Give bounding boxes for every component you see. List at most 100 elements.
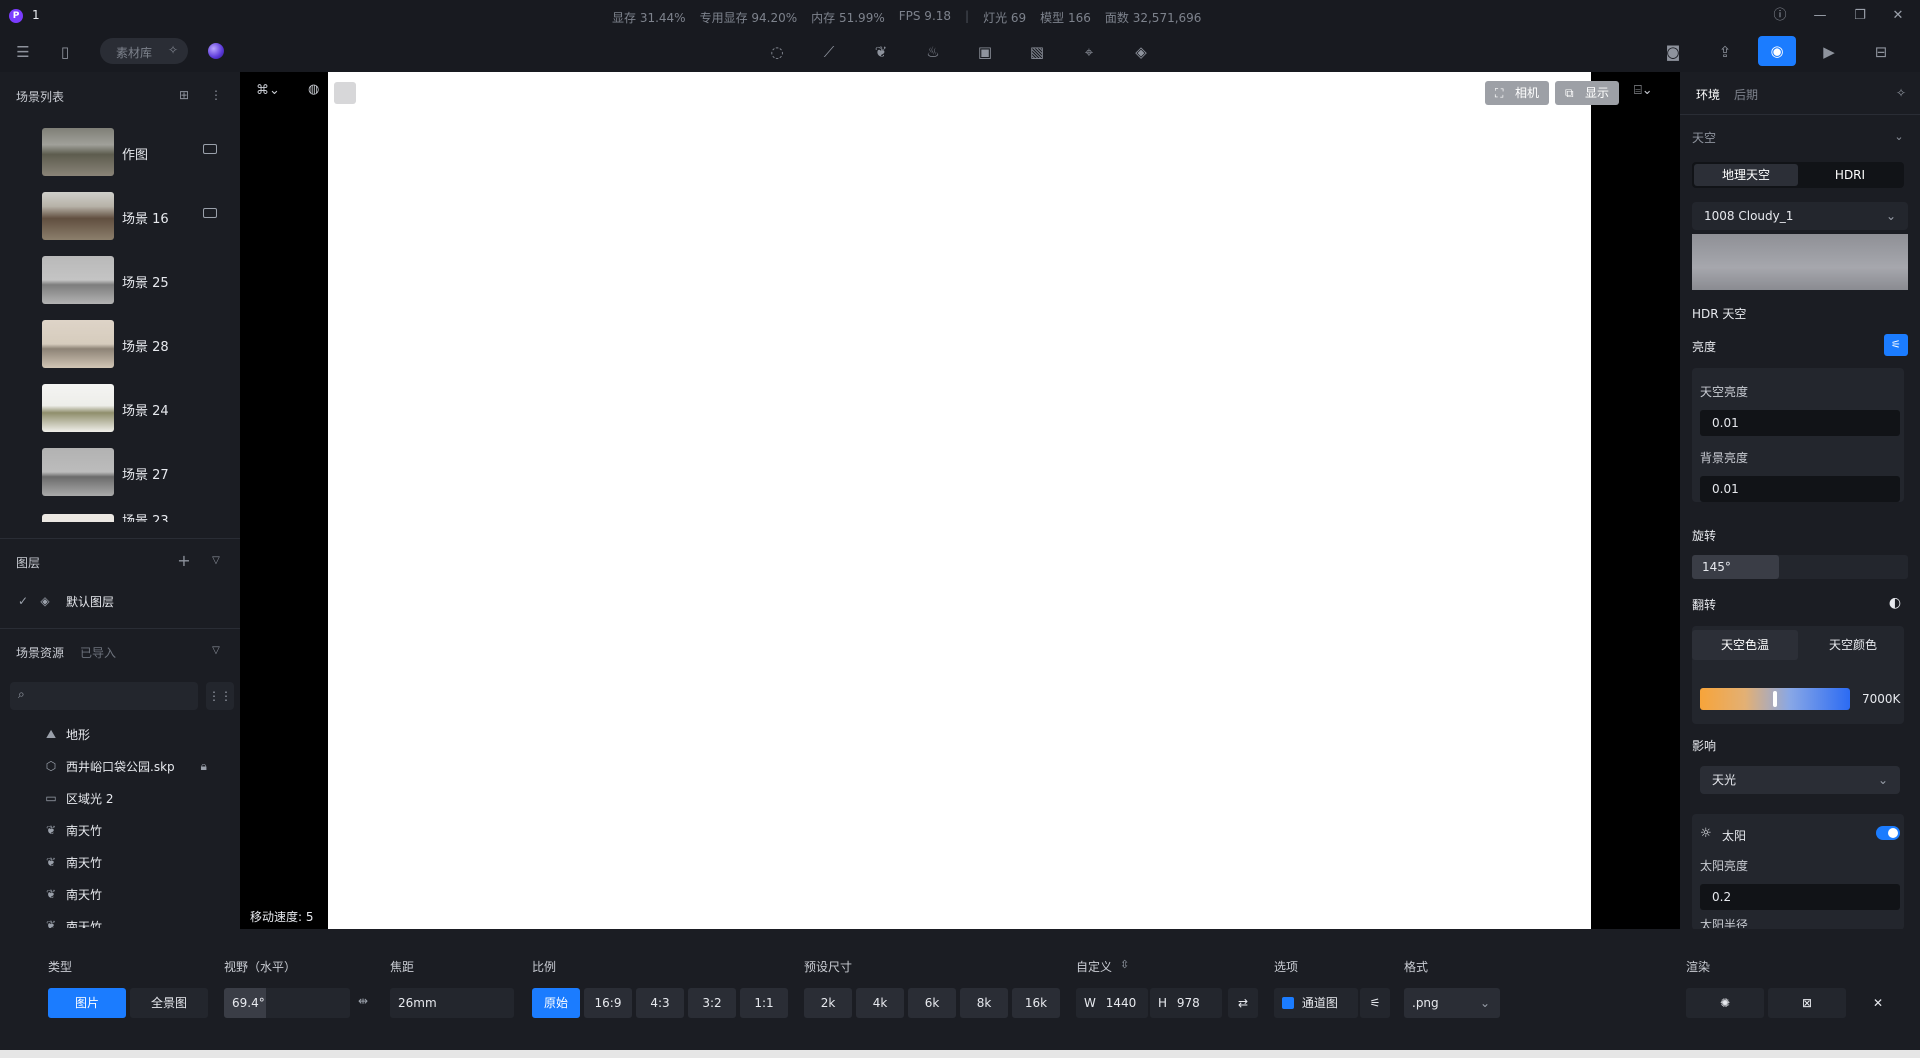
height-input[interactable]: H 978 bbox=[1150, 988, 1222, 1018]
more-icon[interactable]: ⋮ bbox=[205, 84, 227, 106]
render-settings-icon[interactable]: ✺ bbox=[1686, 988, 1764, 1018]
vr-icon[interactable]: ◙ bbox=[1662, 41, 1684, 63]
ratio-button[interactable]: 4:3 bbox=[636, 988, 684, 1018]
video-icon[interactable]: ▶ bbox=[1818, 41, 1840, 63]
scene-item[interactable]: 场景 16 bbox=[0, 192, 240, 256]
fov-input[interactable]: 69.4° bbox=[224, 988, 350, 1018]
sky-mode-toggle[interactable]: 地理天空 HDRI bbox=[1692, 162, 1904, 188]
ai-orb-icon[interactable] bbox=[208, 43, 224, 59]
influence-select[interactable]: 天光 ⌄ bbox=[1700, 766, 1900, 794]
lock-icon[interactable]: 🔒︎ bbox=[197, 759, 211, 774]
add-scene-icon[interactable]: ⊞ bbox=[173, 84, 195, 106]
default-layer-row[interactable]: ✓ ◈ 默认图层 bbox=[16, 591, 114, 611]
sky-mode-hdri[interactable]: HDRI bbox=[1798, 164, 1902, 186]
scene-item[interactable]: 场景 28 bbox=[0, 320, 240, 384]
format-select[interactable]: .png ⌄ bbox=[1404, 988, 1500, 1018]
file-icon[interactable]: ▯ bbox=[54, 41, 76, 63]
library-button[interactable]: 素材库 ✧ bbox=[100, 38, 188, 64]
sort-icon[interactable]: ⇳ bbox=[1120, 958, 1129, 971]
bg-brightness-input[interactable]: 0.01 bbox=[1700, 476, 1900, 502]
tab-environment[interactable]: 环境 bbox=[1696, 86, 1720, 103]
preset-button[interactable]: 16k bbox=[1012, 988, 1060, 1018]
sky-mode-geo[interactable]: 地理天空 bbox=[1694, 164, 1798, 186]
asset-item[interactable]: ❦ 南天竹 bbox=[44, 852, 102, 872]
menu-icon[interactable]: ☰ bbox=[12, 41, 34, 63]
viewport-display-button[interactable]: ⧉ 显示 bbox=[1555, 81, 1620, 105]
preset-button[interactable]: 4k bbox=[856, 988, 904, 1018]
minimize-icon[interactable]: — bbox=[1810, 6, 1830, 26]
sky-brightness-input[interactable]: 0.01 bbox=[1700, 410, 1900, 436]
ratio-button[interactable]: 3:2 bbox=[688, 988, 736, 1018]
contrast-icon[interactable]: ◐ bbox=[1884, 592, 1906, 614]
transform-tool-icon[interactable]: ⌘⌄ bbox=[256, 83, 280, 98]
color-temp-slider[interactable] bbox=[1700, 688, 1850, 710]
type-image-button[interactable]: 图片 bbox=[48, 988, 126, 1018]
channel-checkbox[interactable]: 通道图 bbox=[1274, 988, 1358, 1018]
fire-icon[interactable]: ♨ bbox=[922, 41, 944, 63]
asset-item[interactable]: ❦ 南天竹 bbox=[44, 884, 102, 904]
scene-camera-icon[interactable] bbox=[203, 144, 217, 154]
leaf-icon[interactable]: ❦ bbox=[870, 41, 892, 63]
chevron-down-icon[interactable]: ⌄ bbox=[1888, 126, 1910, 148]
preset-button[interactable]: 8k bbox=[960, 988, 1008, 1018]
asset-item[interactable]: ⛰ 地形 bbox=[44, 724, 90, 744]
pen-tool-icon[interactable] bbox=[334, 82, 356, 104]
hdri-select[interactable]: 1008 Cloudy_1 ⌄ bbox=[1692, 202, 1908, 230]
help-icon[interactable]: ⓘ bbox=[1770, 6, 1790, 26]
render-queue-icon[interactable]: ⊠ bbox=[1768, 988, 1846, 1018]
preset-button[interactable]: 6k bbox=[908, 988, 956, 1018]
scene-item[interactable]: 场景 27 bbox=[0, 448, 240, 512]
ratio-button[interactable]: 1:1 bbox=[740, 988, 788, 1018]
close-render-icon[interactable]: ✕ bbox=[1850, 988, 1906, 1018]
tab-imported[interactable]: 已导入 bbox=[80, 644, 116, 661]
adjust-icon[interactable]: ⚟ bbox=[1884, 334, 1908, 356]
viewport-camera-button[interactable]: ⛶ 相机 bbox=[1485, 81, 1550, 105]
tab-scene-assets[interactable]: 场景资源 bbox=[16, 644, 64, 661]
light-bulb-icon[interactable]: ◌ bbox=[766, 41, 788, 63]
asset-item[interactable]: ▭ 区域光 2 bbox=[44, 788, 113, 808]
asset-item[interactable]: ❦ 南天竹 bbox=[44, 918, 102, 928]
close-window-icon[interactable]: ✕ bbox=[1888, 6, 1908, 26]
sun-brightness-input[interactable]: 0.2 bbox=[1700, 884, 1900, 910]
grid-view-icon[interactable]: ⋮⋮ bbox=[206, 682, 234, 710]
scene-item[interactable]: 作图 bbox=[0, 128, 240, 192]
ratio-button[interactable]: 原始 bbox=[532, 988, 580, 1018]
type-panorama-button[interactable]: 全景图 bbox=[130, 988, 208, 1018]
width-input[interactable]: W 1440 bbox=[1076, 988, 1148, 1018]
color-temp-handle[interactable] bbox=[1773, 691, 1777, 707]
asset-item[interactable]: ⬡ 西井峪口袋公园.skp 🔒︎ bbox=[44, 756, 211, 776]
swap-icon[interactable]: ⇄ bbox=[1228, 988, 1258, 1018]
scene-item[interactable]: 场景 23 bbox=[0, 514, 240, 522]
video-box-icon[interactable]: ▣ bbox=[974, 41, 996, 63]
tab-post[interactable]: 后期 bbox=[1734, 86, 1758, 103]
view-options-icon[interactable]: ⌸⌄ bbox=[1634, 83, 1653, 98]
marker-icon[interactable]: ⌖ bbox=[1078, 41, 1100, 63]
export-icon[interactable]: ⇪ bbox=[1714, 41, 1736, 63]
asset-search-input[interactable]: ⌕ bbox=[10, 682, 198, 710]
inbox-icon[interactable]: ⊟ bbox=[1870, 41, 1892, 63]
collapse-layers-icon[interactable]: ▽ bbox=[205, 550, 227, 572]
magic-icon[interactable]: ✧ bbox=[1890, 82, 1912, 104]
add-layer-icon[interactable]: + bbox=[173, 550, 195, 572]
rotation-slider[interactable]: 145° bbox=[1692, 555, 1908, 579]
collapse-assets-icon[interactable]: ▽ bbox=[205, 640, 227, 662]
asset-item[interactable]: ❦ 南天竹 bbox=[44, 820, 102, 840]
scene-item[interactable]: 场景 24 bbox=[0, 384, 240, 448]
restore-icon[interactable]: ❐ bbox=[1850, 6, 1870, 26]
tab-sky-color[interactable]: 天空颜色 bbox=[1800, 630, 1906, 660]
layers-tool-icon[interactable]: ◈ bbox=[1130, 41, 1152, 63]
material-icon[interactable]: ▧ bbox=[1026, 41, 1048, 63]
globe-icon[interactable]: ◍ bbox=[308, 82, 319, 97]
ratio-button[interactable]: 16:9 bbox=[584, 988, 632, 1018]
focal-input[interactable]: 26mm bbox=[390, 988, 514, 1018]
preset-button[interactable]: 2k bbox=[804, 988, 852, 1018]
sun-toggle[interactable] bbox=[1876, 826, 1900, 840]
scene-item[interactable]: 场景 25 bbox=[0, 256, 240, 320]
tab-sky-tint[interactable]: 天空色温 bbox=[1692, 630, 1798, 660]
scene-camera-icon[interactable] bbox=[203, 208, 217, 218]
camera-render-button[interactable]: ◉ bbox=[1758, 36, 1796, 66]
render-canvas[interactable] bbox=[328, 72, 1591, 929]
options-settings-icon[interactable]: ⚟ bbox=[1360, 988, 1390, 1018]
path-icon[interactable]: ⟋ bbox=[818, 41, 840, 63]
fit-width-icon[interactable]: ⇹ bbox=[358, 994, 368, 1008]
